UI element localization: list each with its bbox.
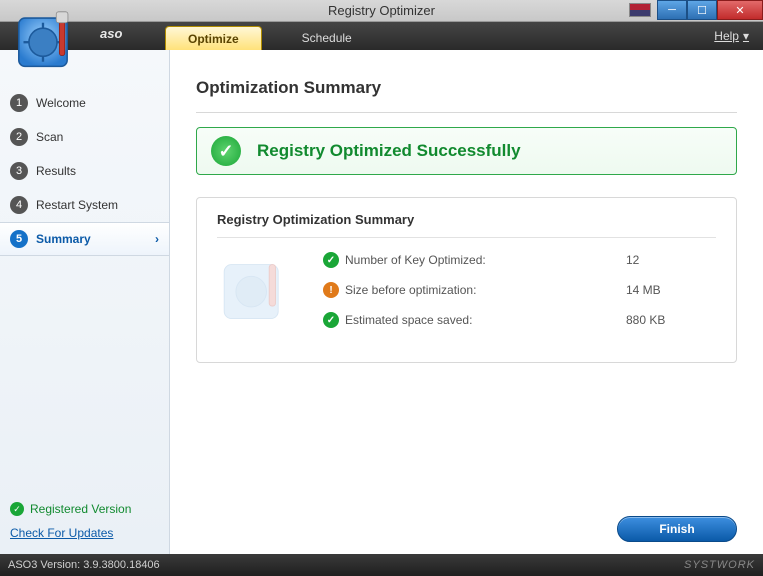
row-value: 14 MB (626, 283, 716, 297)
statusbar: ASO3 Version: 3.9.3800.18406 SYSTWORK (0, 554, 763, 576)
step-label: Welcome (36, 96, 86, 110)
tab-schedule[interactable]: Schedule (280, 26, 374, 50)
main-content: Optimization Summary ✓ Registry Optimize… (170, 50, 763, 554)
body: 1 Welcome 2 Scan 3 Results 4 Restart Sys… (0, 50, 763, 554)
gear-wrench-icon (217, 252, 307, 342)
row-label: Number of Key Optimized: (345, 253, 626, 267)
close-button[interactable]: ✕ (717, 0, 763, 20)
minimize-button[interactable]: ─ (657, 0, 687, 20)
step-number: 4 (10, 196, 28, 214)
registration-status: ✓ Registered Version (10, 502, 159, 516)
chevron-down-icon: ▾ (743, 29, 749, 43)
flag-icon[interactable] (629, 3, 651, 17)
window-title: Registry Optimizer (328, 3, 435, 18)
divider (217, 237, 716, 238)
brand-label: aso (100, 26, 122, 41)
sidebar-item-scan[interactable]: 2 Scan (0, 120, 169, 154)
success-message: Registry Optimized Successfully (257, 141, 521, 161)
success-banner: ✓ Registry Optimized Successfully (196, 127, 737, 175)
success-check-icon: ✓ (211, 136, 241, 166)
tabstrip: aso Optimize Schedule Help ▾ (0, 22, 763, 50)
help-label: Help (714, 29, 739, 43)
summary-panel-title: Registry Optimization Summary (217, 212, 716, 227)
divider (196, 112, 737, 113)
sidebar-item-summary[interactable]: 5 Summary (0, 222, 169, 256)
step-label: Scan (36, 130, 63, 144)
maximize-button[interactable]: ☐ (687, 0, 717, 20)
step-number: 5 (10, 230, 28, 248)
finish-button[interactable]: Finish (617, 516, 737, 542)
step-label: Results (36, 164, 76, 178)
check-icon: ✓ (10, 502, 24, 516)
sidebar-footer: ✓ Registered Version Check For Updates (0, 492, 169, 554)
step-label: Summary (36, 232, 91, 246)
summary-rows: ✓ Number of Key Optimized: 12 ! Size bef… (323, 252, 716, 328)
check-updates-link[interactable]: Check For Updates (10, 526, 159, 540)
sidebar-item-restart[interactable]: 4 Restart System (0, 188, 169, 222)
sidebar: 1 Welcome 2 Scan 3 Results 4 Restart Sys… (0, 50, 170, 554)
step-label: Restart System (36, 198, 118, 212)
page-title: Optimization Summary (196, 78, 737, 98)
help-menu[interactable]: Help ▾ (714, 22, 749, 50)
step-number: 3 (10, 162, 28, 180)
warning-icon: ! (323, 282, 339, 298)
sidebar-item-welcome[interactable]: 1 Welcome (0, 86, 169, 120)
titlebar: Registry Optimizer ─ ☐ ✕ (0, 0, 763, 22)
step-number: 1 (10, 94, 28, 112)
summary-panel: Registry Optimization Summary ✓ Number o… (196, 197, 737, 363)
tab-optimize[interactable]: Optimize (165, 26, 262, 50)
window-controls: ─ ☐ ✕ (629, 0, 763, 21)
sidebar-item-results[interactable]: 3 Results (0, 154, 169, 188)
finish-row: Finish (617, 516, 737, 542)
step-number: 2 (10, 128, 28, 146)
check-icon: ✓ (323, 252, 339, 268)
app-logo-icon (6, 4, 94, 82)
check-icon: ✓ (323, 312, 339, 328)
row-value: 880 KB (626, 313, 716, 327)
vendor-label: SYSTWORK (684, 559, 755, 571)
row-value: 12 (626, 253, 716, 267)
row-label: Estimated space saved: (345, 313, 626, 327)
registered-label: Registered Version (30, 502, 131, 516)
row-label: Size before optimization: (345, 283, 626, 297)
version-label: ASO3 Version: 3.9.3800.18406 (8, 559, 160, 571)
